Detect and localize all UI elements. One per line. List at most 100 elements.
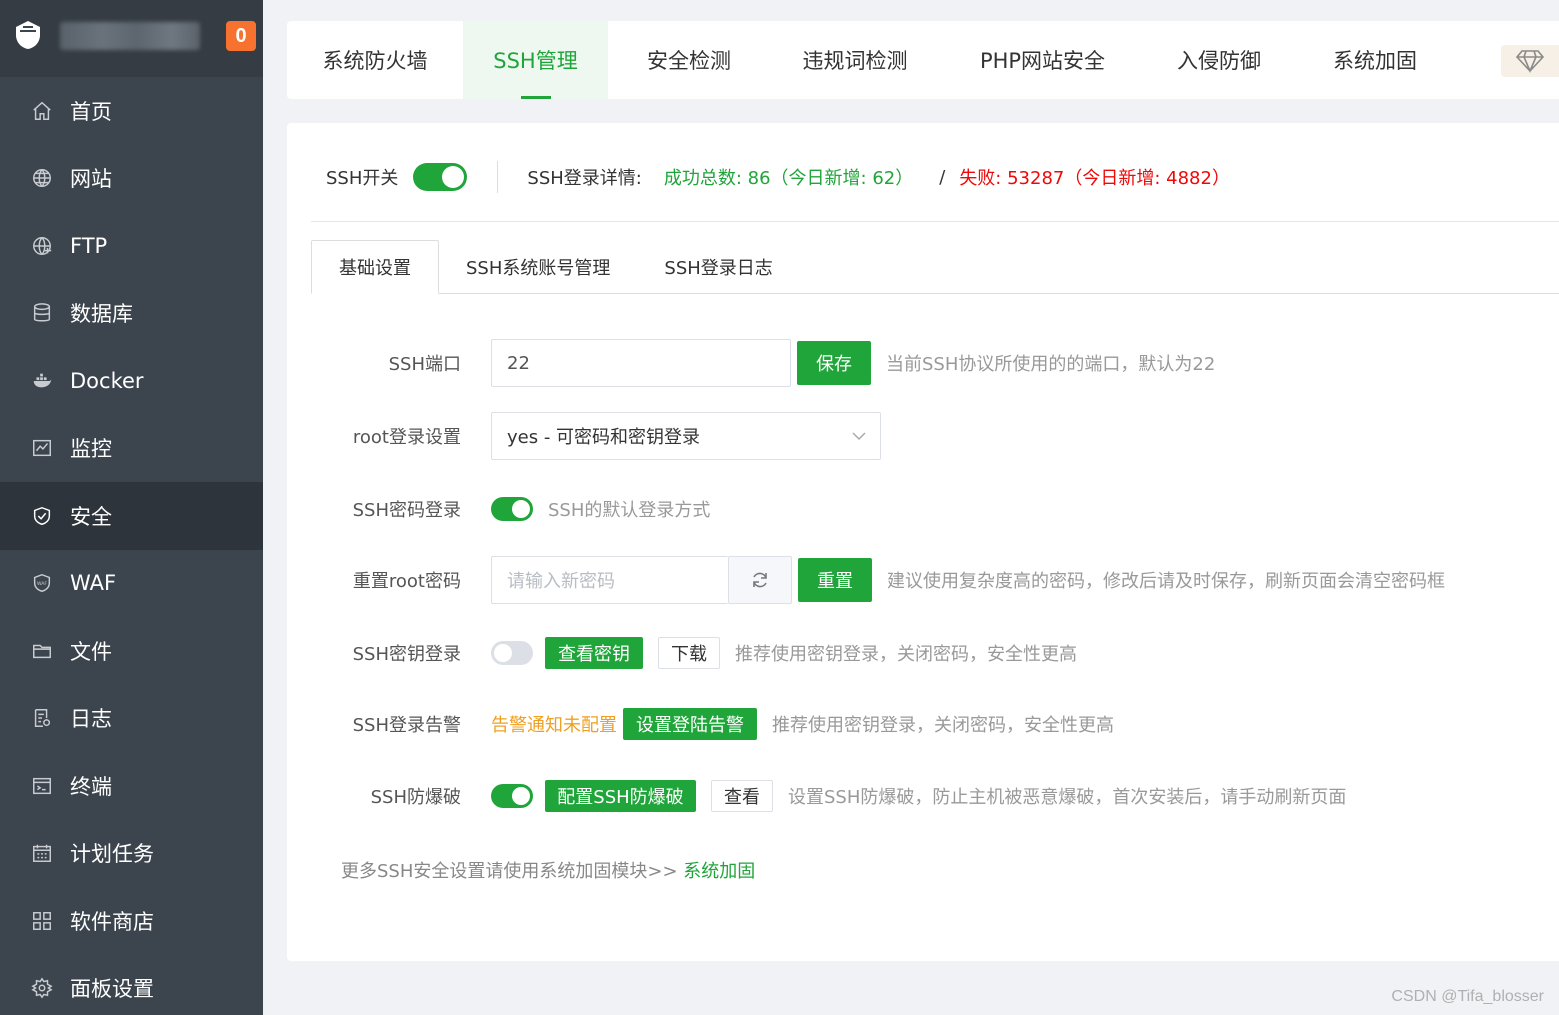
sidebar-item-security[interactable]: 安全: [0, 482, 263, 550]
sidebar-item-database[interactable]: 数据库: [0, 280, 263, 348]
tab-ssh[interactable]: SSH管理: [463, 21, 608, 99]
ssh-success-count: 成功总数: 86（今日新增: 62）: [663, 168, 914, 189]
sidebar-item-label: 软件商店: [70, 909, 154, 934]
log-icon: [30, 706, 54, 730]
config-brute-force-button[interactable]: 配置SSH防爆破: [545, 780, 696, 812]
password-login-controls: SSH的默认登录方式: [491, 496, 710, 522]
brute-force-hint: 设置SSH防爆破，防止主机被恶意爆破，首次安装后，请手动刷新页面: [788, 787, 1347, 808]
sidebar-item-label: 数据库: [70, 302, 133, 327]
tab-security-check[interactable]: 安全检测: [608, 21, 770, 99]
chevron-down-icon: [852, 432, 866, 441]
reset-root-controls: 请输入新密码 重置 建议使用复杂度高的密码，修改后请及时保存，刷新页面会清空密码…: [491, 556, 1445, 604]
password-login-hint: SSH的默认登录方式: [548, 500, 711, 521]
sidebar-item-label: 终端: [70, 774, 112, 799]
brute-force-toggle[interactable]: [491, 784, 533, 808]
login-alert-controls: 告警通知未配置 设置登陆告警 推荐使用密钥登录，关闭密码，安全性更高: [491, 708, 1114, 740]
ssh-switch-toggle[interactable]: [413, 163, 468, 191]
alert-status-text: 告警通知未配置: [491, 715, 617, 736]
new-password-input[interactable]: 请输入新密码: [491, 556, 728, 604]
sidebar-item-ftp[interactable]: FTP: [0, 212, 263, 280]
tab-ssh-login-log[interactable]: SSH登录日志: [637, 240, 799, 294]
sidebar-item-terminal[interactable]: 终端: [0, 752, 263, 820]
sidebar-item-home[interactable]: 首页: [0, 77, 263, 145]
sidebar-item-label: 日志: [70, 707, 112, 732]
brute-force-label: SSH防爆破: [370, 787, 461, 808]
monitor-icon: [30, 436, 54, 460]
sidebar-item-website[interactable]: 网站: [0, 145, 263, 213]
form-row-password-login: SSH密码登录 SSH的默认登录方式: [287, 485, 710, 533]
sidebar-item-label: 监控: [70, 437, 112, 462]
form-row-port: SSH端口 22 保存 当前SSH协议所使用的的端口，默认为22: [287, 339, 1215, 387]
sidebar-item-cron[interactable]: 计划任务: [0, 820, 263, 888]
ssh-fail-count: 失败: 53287（今日新增: 4882）: [959, 168, 1230, 189]
ssh-switch-label: SSH开关: [326, 168, 399, 189]
save-port-button[interactable]: 保存: [797, 341, 871, 385]
brute-force-controls: 配置SSH防爆破 查看 设置SSH防爆破，防止主机被恶意爆破，首次安装后，请手动…: [491, 780, 1346, 812]
hardening-link[interactable]: 系统加固: [683, 861, 755, 882]
form-row-key-login: SSH密钥登录 查看密钥 下载 推荐使用密钥登录，关闭密码，安全性更高: [287, 629, 1077, 677]
tab-firewall[interactable]: 系统防火墙: [287, 21, 463, 99]
sidebar: 0 首页 网站 FTP 数据库 Docker 监控 安全 WAF WAF 文件 …: [0, 0, 263, 1015]
reset-password-button[interactable]: 重置: [798, 558, 872, 602]
reset-root-label: 重置root密码: [352, 571, 461, 592]
sidebar-item-settings[interactable]: 面板设置: [0, 955, 263, 1015]
form-row-root-login: root登录设置 yes - 可密码和密钥登录: [287, 412, 881, 460]
sidebar-item-waf[interactable]: WAF WAF: [0, 550, 263, 618]
sidebar-item-label: WAF: [70, 571, 117, 596]
folder-icon: [30, 639, 54, 663]
ssh-sub-tabs: 基础设置 SSH系统账号管理 SSH登录日志: [311, 240, 1559, 294]
key-login-toggle[interactable]: [491, 641, 533, 665]
hardening-note-text: 更多SSH安全设置请使用系统加固模块>>: [341, 861, 684, 882]
tab-intrusion[interactable]: 入侵防御: [1145, 21, 1293, 99]
gear-icon: [30, 976, 54, 1000]
terminal-icon: [30, 774, 54, 798]
ssh-status-bar: SSH开关 SSH登录详情: 成功总数: 86（今日新增: 62） / 失败: …: [326, 161, 1230, 193]
divider: [311, 221, 1559, 222]
port-label: SSH端口: [388, 354, 461, 375]
tab-word-check[interactable]: 违规词检测: [770, 21, 940, 99]
sidebar-item-store[interactable]: 软件商店: [0, 887, 263, 955]
key-login-label: SSH密钥登录: [352, 644, 461, 665]
divider: [497, 161, 499, 193]
port-input[interactable]: 22: [491, 339, 791, 387]
sidebar-item-label: Docker: [70, 368, 144, 393]
sidebar-item-label: 文件: [70, 639, 112, 664]
blurred-server-name: [60, 22, 200, 50]
pro-diamond-button[interactable]: [1501, 45, 1559, 77]
sidebar-item-logs[interactable]: 日志: [0, 685, 263, 753]
security-tabs: 系统防火墙 SSH管理 安全检测 违规词检测 PHP网站安全 入侵防御 系统加固: [287, 21, 1559, 99]
set-login-alert-button[interactable]: 设置登陆告警: [623, 708, 757, 740]
port-hint: 当前SSH协议所使用的的端口，默认为22: [886, 354, 1216, 375]
sidebar-item-label: 网站: [70, 167, 112, 192]
password-login-toggle[interactable]: [491, 497, 533, 521]
key-login-controls: 查看密钥 下载 推荐使用密钥登录，关闭密码，安全性更高: [491, 637, 1077, 669]
docker-icon: [30, 369, 54, 393]
generate-password-button[interactable]: [728, 556, 792, 604]
svg-text:WAF: WAF: [37, 581, 47, 587]
form-row-brute-force: SSH防爆破 配置SSH防爆破 查看 设置SSH防爆破，防止主机被恶意爆破，首次…: [287, 772, 1346, 820]
refresh-icon: [753, 572, 767, 588]
notice-badge[interactable]: 0: [226, 21, 256, 51]
sidebar-item-docker[interactable]: Docker: [0, 347, 263, 415]
login-alert-hint: 推荐使用密钥登录，关闭密码，安全性更高: [772, 715, 1114, 736]
sidebar-item-monitor[interactable]: 监控: [0, 415, 263, 483]
view-brute-force-button[interactable]: 查看: [711, 780, 773, 812]
view-key-button[interactable]: 查看密钥: [545, 637, 643, 669]
ssh-stat-separator: /: [939, 166, 946, 188]
apps-icon: [30, 909, 54, 933]
sidebar-item-files[interactable]: 文件: [0, 617, 263, 685]
tab-ssh-accounts[interactable]: SSH系统账号管理: [439, 240, 637, 294]
sidebar-item-label: 安全: [70, 504, 112, 529]
tab-hardening[interactable]: 系统加固: [1293, 21, 1457, 99]
tab-basic-settings[interactable]: 基础设置: [311, 240, 439, 294]
download-key-button[interactable]: 下载: [658, 637, 720, 669]
form-row-reset-root: 重置root密码 请输入新密码 重置 建议使用复杂度高的密码，修改后请及时保存，…: [287, 556, 1445, 604]
root-login-select[interactable]: yes - 可密码和密钥登录: [491, 412, 881, 460]
ssh-panel: SSH开关 SSH登录详情: 成功总数: 86（今日新增: 62） / 失败: …: [287, 123, 1559, 961]
port-controls: 22 保存 当前SSH协议所使用的的端口，默认为22: [491, 339, 1215, 387]
key-login-hint: 推荐使用密钥登录，关闭密码，安全性更高: [735, 644, 1077, 665]
root-login-controls: yes - 可密码和密钥登录: [491, 412, 881, 460]
diamond-icon: [1515, 50, 1545, 73]
tab-php-security[interactable]: PHP网站安全: [940, 21, 1145, 99]
sidebar-header: 0: [0, 0, 263, 77]
